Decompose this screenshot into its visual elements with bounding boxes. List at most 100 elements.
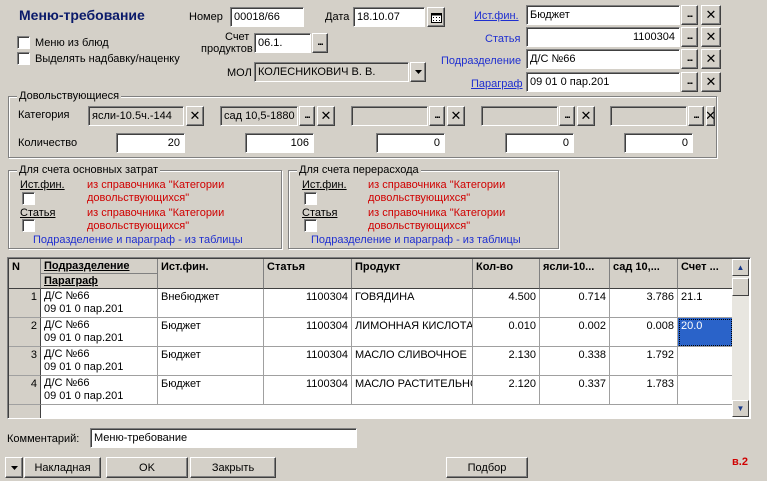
row-article[interactable]: 1100304 (264, 289, 352, 318)
paragraph-clear-button[interactable]: ✕ (701, 72, 721, 92)
quantity-field-2[interactable]: 106 (245, 133, 314, 153)
row-product[interactable]: МАСЛО СЛИВОЧНОЕ (352, 347, 473, 376)
column-header-n[interactable]: N (9, 259, 41, 289)
article-clear-button[interactable]: ✕ (701, 27, 721, 47)
column-header-division[interactable]: Подразделение Параграф (41, 259, 158, 289)
column-header-yasli[interactable]: ясли-10... (540, 259, 610, 289)
source-field[interactable]: Бюджет (526, 5, 680, 25)
row-account[interactable] (678, 347, 733, 376)
row-source[interactable]: Бюджет (158, 347, 264, 376)
row-sad[interactable]: 3.786 (610, 289, 678, 318)
row-division-cell[interactable]: Д/С №66 09 01 0 пар.201 (41, 318, 158, 347)
source-select-button[interactable]: ... (681, 5, 698, 25)
article-select-button[interactable]: ... (681, 27, 698, 47)
source-clear-button[interactable]: ✕ (701, 5, 721, 25)
division-select-button[interactable]: ... (681, 49, 698, 69)
row-product[interactable]: ГОВЯДИНА (352, 289, 473, 318)
category-field-2[interactable]: сад 10,5-1880 (220, 106, 298, 126)
account-field[interactable]: 06.1. (254, 33, 311, 53)
quantity-field-1[interactable]: 20 (116, 133, 185, 153)
close-button[interactable]: Закрыть (190, 457, 276, 478)
row-yasli[interactable]: 0.337 (540, 376, 610, 405)
row-account[interactable] (678, 376, 733, 405)
main-costs-article-checkbox[interactable] (22, 219, 35, 232)
category-select-button-3[interactable]: ... (429, 106, 445, 126)
category-field-3[interactable] (351, 106, 428, 126)
column-header-source[interactable]: Ист.фин. (158, 259, 264, 289)
division-link[interactable]: Подразделение (441, 55, 521, 68)
quantity-field-3[interactable]: 0 (376, 133, 445, 153)
column-header-article[interactable]: Статья (264, 259, 352, 289)
row-sad[interactable]: 0.008 (610, 318, 678, 347)
category-clear-button-1[interactable]: ✕ (186, 106, 204, 126)
row-yasli[interactable]: 0.338 (540, 347, 610, 376)
row-source[interactable]: Внебюджет (158, 289, 264, 318)
article-link[interactable]: Статья (485, 33, 520, 46)
row-article[interactable]: 1100304 (264, 318, 352, 347)
overrun-article-checkbox[interactable] (304, 219, 317, 232)
row-division-cell[interactable]: Д/С №66 09 01 0 пар.201 (41, 376, 158, 405)
mol-field[interactable]: КОЛЕСНИКОВИЧ В. В. (254, 62, 409, 82)
vertical-scrollbar[interactable]: ▲ ▼ (732, 259, 749, 417)
row-qty[interactable]: 2.130 (473, 347, 540, 376)
column-header-product[interactable]: Продукт (352, 259, 473, 289)
row-division-cell[interactable]: Д/С №66 09 01 0 пар.201 (41, 347, 158, 376)
row-source[interactable]: Бюджет (158, 318, 264, 347)
quantity-field-4[interactable]: 0 (505, 133, 574, 153)
account-select-button[interactable]: ... (312, 33, 328, 53)
overrun-source-checkbox[interactable] (304, 192, 317, 205)
category-clear-button-5[interactable]: ✕ (706, 106, 715, 126)
category-clear-button-3[interactable]: ✕ (447, 106, 465, 126)
selection-button[interactable]: Подбор (446, 457, 528, 478)
quantity-field-5[interactable]: 0 (624, 133, 693, 153)
category-clear-button-4[interactable]: ✕ (577, 106, 595, 126)
main-costs-source-checkbox[interactable] (22, 192, 35, 205)
category-field-4[interactable] (481, 106, 558, 126)
row-sad[interactable]: 1.792 (610, 347, 678, 376)
column-header-account[interactable]: Счет ... (678, 259, 733, 289)
row-yasli[interactable]: 0.002 (540, 318, 610, 347)
paragraph-link[interactable]: Параграф (471, 78, 523, 91)
paragraph-field[interactable]: 09 01 0 пар.201 (526, 72, 680, 92)
row-yasli[interactable]: 0.714 (540, 289, 610, 318)
calendar-button[interactable] (427, 7, 445, 27)
comment-field[interactable]: Меню-требование (90, 428, 357, 448)
row-sad[interactable]: 1.783 (610, 376, 678, 405)
row-qty[interactable]: 0.010 (473, 318, 540, 347)
column-header-sad[interactable]: сад 10,... (610, 259, 678, 289)
date-field[interactable]: 18.10.07 (353, 7, 425, 27)
row-article[interactable]: 1100304 (264, 347, 352, 376)
row-account[interactable]: 21.1 (678, 289, 733, 318)
row-source[interactable]: Бюджет (158, 376, 264, 405)
row-account-selected[interactable]: 20.0 (678, 318, 733, 347)
category-select-button-4[interactable]: ... (559, 106, 575, 126)
row-division-cell[interactable]: Д/С №66 09 01 0 пар.201 (41, 289, 158, 318)
column-header-qty[interactable]: Кол-во (473, 259, 540, 289)
products-table[interactable]: N Подразделение Параграф Ист.фин. Статья… (7, 257, 751, 419)
invoice-button[interactable]: Накладная (24, 457, 101, 478)
category-select-button-5[interactable]: ... (688, 106, 704, 126)
row-product[interactable]: МАСЛО РАСТИТЕЛЬНОЕ (352, 376, 473, 405)
row-product[interactable]: ЛИМОННАЯ КИСЛОТА (352, 318, 473, 347)
division-clear-button[interactable]: ✕ (701, 49, 721, 69)
article-field[interactable]: 1100304 (526, 27, 680, 47)
menu-from-dishes-checkbox[interactable] (17, 36, 30, 49)
row-qty[interactable]: 2.120 (473, 376, 540, 405)
invoice-menu-button[interactable] (5, 457, 23, 478)
scroll-up-button[interactable]: ▲ (732, 259, 749, 276)
ok-button[interactable]: OK (106, 457, 188, 478)
category-clear-button-2[interactable]: ✕ (317, 106, 335, 126)
paragraph-select-button[interactable]: ... (681, 72, 698, 92)
category-select-button-2[interactable]: ... (299, 106, 315, 126)
row-qty[interactable]: 4.500 (473, 289, 540, 318)
source-link[interactable]: Ист.фин. (474, 10, 519, 23)
mol-dropdown-button[interactable] (410, 62, 426, 82)
highlight-markup-checkbox[interactable] (17, 52, 30, 65)
category-field-1[interactable]: ясли-10.5ч.-144 (88, 106, 184, 126)
division-field[interactable]: Д/С №66 (526, 49, 680, 69)
category-field-5[interactable] (610, 106, 687, 126)
row-article[interactable]: 1100304 (264, 376, 352, 405)
scroll-thumb[interactable] (732, 278, 749, 296)
number-field[interactable]: 00018/66 (230, 7, 304, 27)
scroll-down-button[interactable]: ▼ (732, 400, 749, 417)
